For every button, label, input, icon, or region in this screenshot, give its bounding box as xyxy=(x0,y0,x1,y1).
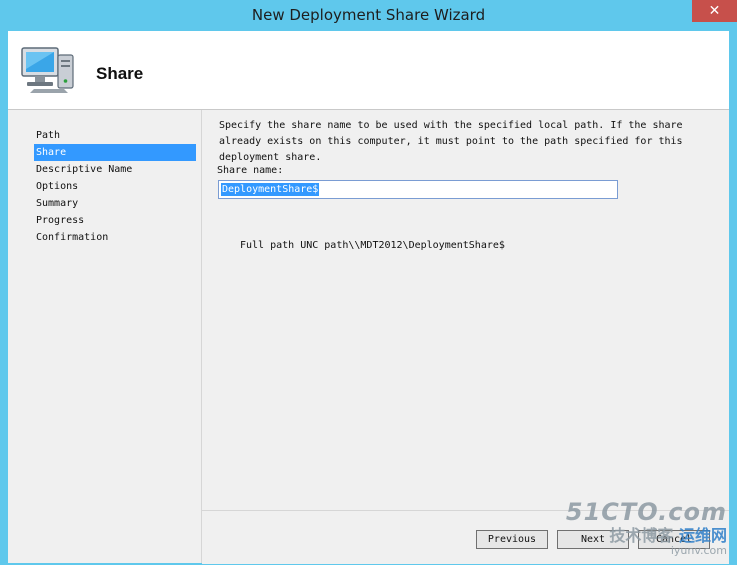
wizard-footer: Previous Next Cancel xyxy=(202,510,729,564)
step-content: Specify the share name to be used with t… xyxy=(202,110,729,510)
wizard-step-nav: Path Share Descriptive Name Options Summ… xyxy=(8,110,202,563)
full-path-unc-text: Full path UNC path\\MDT2012\DeploymentSh… xyxy=(240,240,505,251)
wizard-client-area: Share Path Share Descriptive Name Option… xyxy=(8,31,729,564)
nav-step-path[interactable]: Path xyxy=(34,127,196,144)
wizard-header: Share xyxy=(8,31,729,110)
cancel-button[interactable]: Cancel xyxy=(638,530,710,549)
page-title: Share xyxy=(96,64,144,83)
nav-step-descriptive-name[interactable]: Descriptive Name xyxy=(34,161,196,178)
title-bar[interactable]: New Deployment Share Wizard ✕ xyxy=(0,0,737,31)
nav-step-options[interactable]: Options xyxy=(34,178,196,195)
previous-button[interactable]: Previous xyxy=(476,530,548,549)
window-title: New Deployment Share Wizard xyxy=(251,6,486,24)
share-name-value: DeploymentShare$ xyxy=(221,183,320,196)
share-name-input[interactable]: DeploymentShare$ xyxy=(218,180,618,199)
step-description: Specify the share name to be used with t… xyxy=(219,120,683,163)
next-button[interactable]: Next xyxy=(557,530,629,549)
close-button[interactable]: ✕ xyxy=(692,0,737,22)
nav-step-progress[interactable]: Progress xyxy=(34,212,196,229)
wizard-window: New Deployment Share Wizard ✕ Share Path… xyxy=(0,0,737,565)
nav-step-confirmation[interactable]: Confirmation xyxy=(34,229,196,246)
share-name-label: Share name: xyxy=(217,165,284,176)
nav-step-share[interactable]: Share xyxy=(34,144,196,161)
nav-step-summary[interactable]: Summary xyxy=(34,195,196,212)
close-icon: ✕ xyxy=(708,3,721,19)
step-list: Path Share Descriptive Name Options Summ… xyxy=(34,127,196,246)
computer-icon xyxy=(21,47,74,93)
